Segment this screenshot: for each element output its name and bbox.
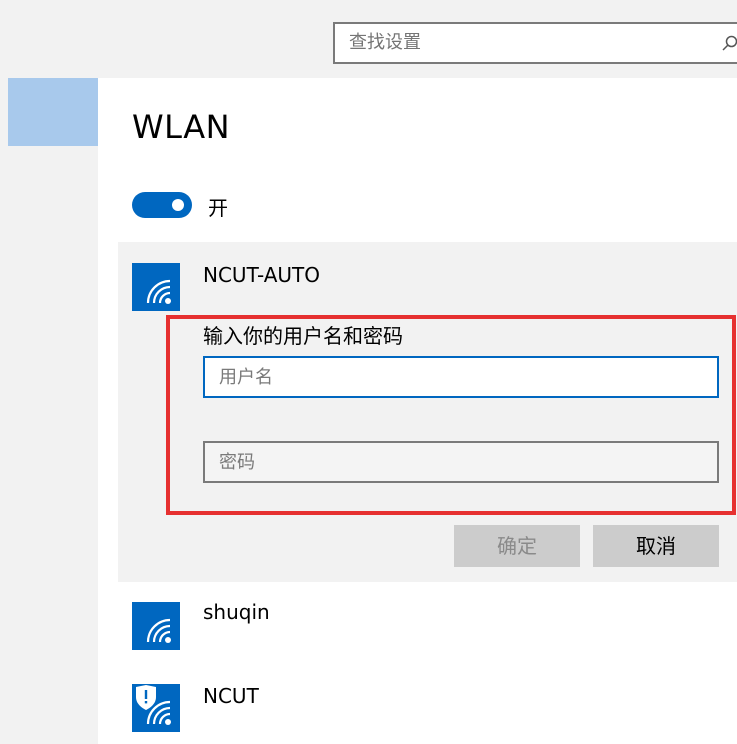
- password-input[interactable]: [219, 443, 699, 481]
- wifi-secured-icon: [132, 684, 180, 732]
- search-input[interactable]: [349, 24, 709, 62]
- settings-search-box[interactable]: [333, 22, 737, 64]
- sidebar: [0, 78, 98, 744]
- username-input[interactable]: [219, 358, 699, 396]
- page-title: WLAN: [132, 108, 231, 146]
- password-field[interactable]: [203, 441, 719, 483]
- sidebar-selected-item[interactable]: [8, 78, 98, 146]
- wifi-signal-icon: [132, 263, 180, 311]
- auth-prompt: 输入你的用户名和密码: [203, 324, 403, 348]
- toggle-knob: [172, 199, 184, 211]
- network-name[interactable]: NCUT: [203, 684, 259, 708]
- cancel-button[interactable]: 取消: [593, 525, 719, 567]
- wifi-signal-icon: [132, 602, 180, 650]
- search-icon[interactable]: [721, 34, 737, 52]
- wifi-toggle-label: 开: [208, 196, 228, 220]
- username-field[interactable]: [203, 356, 719, 398]
- confirm-button[interactable]: 确定: [454, 525, 580, 567]
- wifi-toggle[interactable]: [132, 192, 192, 218]
- network-name: NCUT-AUTO: [203, 263, 321, 287]
- network-name[interactable]: shuqin: [203, 600, 270, 624]
